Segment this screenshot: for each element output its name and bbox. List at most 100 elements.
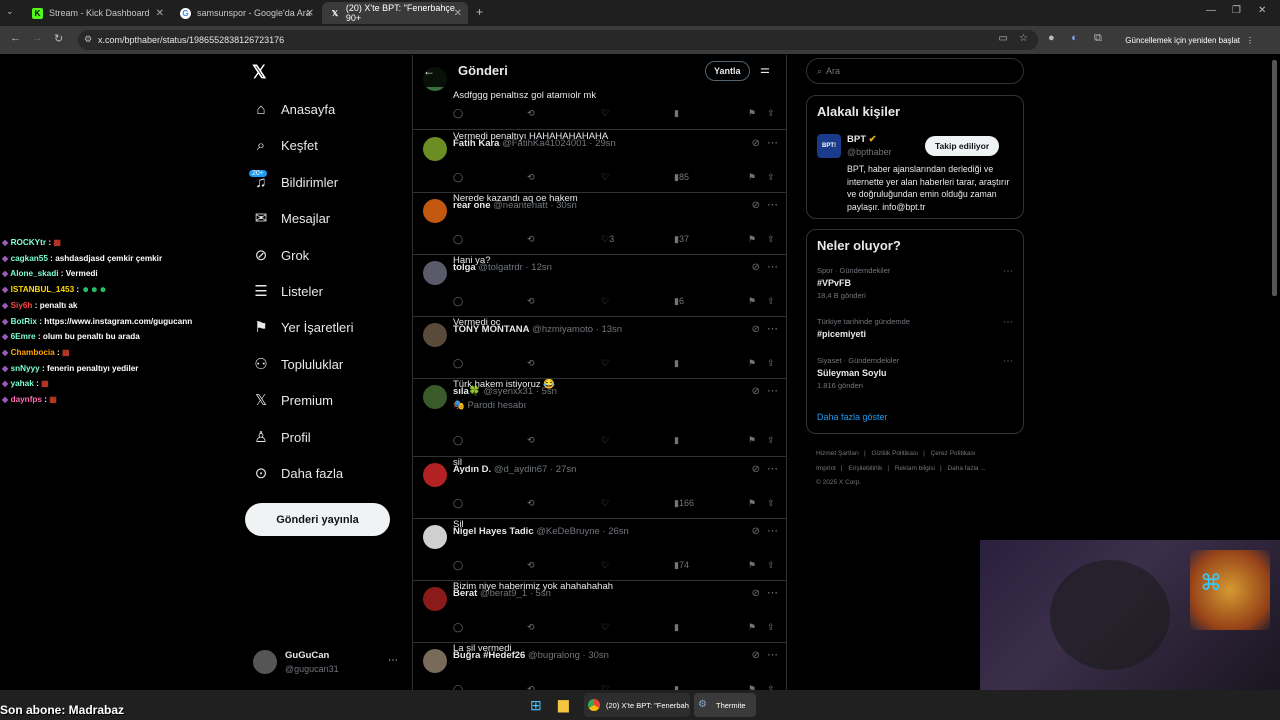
like-icon[interactable]: ♡ — [601, 498, 609, 509]
more-icon[interactable]: ⋯ — [767, 136, 778, 149]
share-icon[interactable]: ⇪ — [767, 358, 775, 369]
tweet[interactable]: Buğra #Hedef26 @bugralong · 30sn ⊘ ⋯ La sil… — [413, 643, 786, 690]
footer-link[interactable]: Reklam bilgisi — [895, 465, 935, 472]
retweet-icon[interactable]: ⟲ — [527, 560, 535, 571]
grok-icon[interactable]: ⊘ — [752, 138, 760, 149]
like-icon[interactable]: ♡ — [601, 358, 609, 369]
grok-icon[interactable]: ⊘ — [752, 588, 760, 599]
author-handle[interactable]: @d_aydin67 — [494, 464, 548, 475]
nav-profile[interactable]: ♙ Profil — [252, 428, 310, 446]
chat-user[interactable]: daynfps — [11, 395, 42, 404]
tab-google[interactable]: G samsunspor - Google'da Ara ✕ — [172, 2, 320, 24]
back-arrow-icon[interactable]: ← — [423, 64, 435, 78]
views-icon[interactable]: ▮ — [674, 108, 679, 119]
address-bar[interactable]: ⚙ x.com/bpthaber/status/1986552838126723… — [78, 30, 1038, 50]
reply-icon[interactable]: ◯ — [453, 108, 463, 119]
chat-user[interactable]: yahak — [11, 379, 34, 388]
bookmark-icon[interactable]: ⚑ — [748, 435, 756, 446]
retweet-icon[interactable]: ⟲ — [527, 358, 535, 369]
share-icon[interactable]: ⇪ — [767, 622, 775, 633]
more-icon[interactable]: ⋯ — [767, 260, 778, 273]
close-window-icon[interactable]: ✕ — [1258, 5, 1266, 16]
post-button[interactable]: Gönderi yayınla — [245, 503, 390, 536]
nav-messages[interactable]: ✉ Mesajlar — [252, 209, 330, 227]
nav-grok[interactable]: ⊘ Grok — [252, 246, 309, 264]
tweet[interactable]: TONY MONTANA @hzmiyamoto · 13sn ⊘ ⋯ Vermedi… — [413, 317, 786, 379]
nav-explore[interactable]: ⌕ Keşfet — [252, 136, 318, 154]
grok-icon[interactable]: ⊘ — [752, 464, 760, 475]
tweet[interactable]: Aydın D. @d_aydin67 · 27sn ⊘ ⋯ sil ◯ ⟲ ♡ ▮ … — [413, 457, 786, 519]
footer-link[interactable]: © 2025 X Corp. — [816, 479, 861, 486]
tab-kick[interactable]: K Stream - Kick Dashboard ✕ — [24, 2, 170, 24]
reply-icon[interactable]: ◯ — [453, 234, 463, 245]
cast-icon[interactable]: ▭ — [999, 33, 1008, 44]
more-icon[interactable]: ⋯ — [767, 384, 778, 397]
nav-bookmarks[interactable]: ⚑ Yer İşaretleri — [252, 318, 353, 336]
bookmark-icon[interactable]: ⚑ — [748, 560, 756, 571]
views-icon[interactable]: ▮ — [674, 358, 679, 369]
chat-user[interactable]: ISTANBUL_1453 — [11, 285, 75, 294]
tweet[interactable]: tolga @tolgatrdr · 12sn ⊘ ⋯ Hani ya? ◯ ⟲ ♡ … — [413, 255, 786, 317]
views-icon[interactable]: ▮ 166 — [674, 498, 694, 509]
avatar[interactable] — [423, 649, 447, 673]
chat-user[interactable]: Alone_skadi — [10, 269, 58, 278]
chat-user[interactable]: snNyyy — [11, 364, 40, 373]
avatar[interactable] — [423, 587, 447, 611]
avatar[interactable] — [423, 137, 447, 161]
like-icon[interactable]: ♡ — [601, 435, 609, 446]
grok-icon[interactable]: ⊘ — [752, 262, 760, 273]
share-icon[interactable]: ⇪ — [767, 498, 775, 509]
chat-user[interactable]: Siy6h — [11, 301, 33, 310]
grok-icon[interactable]: ⊘ — [752, 526, 760, 537]
account-menu-icon[interactable]: ⋯ — [388, 655, 398, 666]
retweet-icon[interactable]: ⟲ — [527, 172, 535, 183]
reply-icon[interactable]: ◯ — [453, 358, 463, 369]
bookmark-icon[interactable]: ⚑ — [748, 358, 756, 369]
chat-user[interactable]: 6Emre — [11, 332, 36, 341]
close-icon[interactable]: ✕ — [156, 8, 164, 19]
bookmark-icon[interactable]: ⚑ — [748, 622, 756, 633]
tweet-time[interactable]: 26sn — [608, 526, 629, 537]
grok-icon[interactable]: ⊘ — [752, 650, 760, 661]
update-button[interactable]: Güncellemek için yeniden başlat ⋮ — [1119, 30, 1260, 50]
tweet[interactable]: rear one @neanteriatt · 30sn ⊘ ⋯ Nerede kaz… — [413, 193, 786, 255]
reply-icon[interactable]: ◯ — [453, 622, 463, 633]
footer-link[interactable]: Imprint — [816, 465, 836, 472]
retweet-icon[interactable]: ⟲ — [527, 234, 535, 245]
author-handle[interactable]: @bugralong — [528, 650, 580, 661]
footer-link[interactable]: Erişilebilirlik — [848, 465, 882, 472]
forward-icon[interactable]: → — [32, 32, 43, 44]
trend-item[interactable]: Türkiye tarihinde gündemde #picemiyeti ⋯ — [817, 317, 1013, 342]
scrollbar[interactable] — [1272, 60, 1277, 296]
trend-item[interactable]: Spor · Gündemdekiler #VPvFB 18,4 B gönde… — [817, 266, 1013, 300]
retweet-icon[interactable]: ⟲ — [527, 108, 535, 119]
folder-icon[interactable]: ▆ — [558, 696, 569, 713]
show-more-link[interactable]: Daha fazla göster — [817, 412, 888, 422]
views-icon[interactable]: ▮ — [674, 435, 679, 446]
like-icon[interactable]: ♡ — [601, 560, 609, 571]
author-name[interactable]: Nigel Hayes Tadic — [453, 526, 534, 537]
author-handle[interactable]: @KeDeBruyne — [536, 526, 600, 537]
share-icon[interactable]: ⇪ — [767, 296, 775, 307]
tweet-time[interactable]: 13sn — [601, 324, 622, 335]
footer-link[interactable]: Gizlilik Politikası — [871, 450, 918, 457]
reply-icon[interactable]: ◯ — [453, 435, 463, 446]
avatar[interactable] — [423, 199, 447, 223]
bookmark-icon[interactable]: ⚑ — [748, 234, 756, 245]
incognito-icon[interactable]: ● — [1048, 32, 1055, 44]
views-icon[interactable]: ▮ 74 — [674, 560, 689, 571]
more-icon[interactable]: ⋯ — [767, 586, 778, 599]
more-icon[interactable]: ⋯ — [767, 322, 778, 335]
chat-user[interactable]: Chambocia — [11, 348, 55, 357]
search-input[interactable]: ⌕ Ara — [806, 58, 1024, 84]
tab-list-icon[interactable]: ⌄ — [6, 6, 14, 17]
nav-home[interactable]: ⌂ Anasayfa — [252, 100, 335, 118]
settings-sliders-icon[interactable]: ⚌ — [760, 63, 770, 76]
retweet-icon[interactable]: ⟲ — [527, 498, 535, 509]
nav-communities[interactable]: ⚇ Topluluklar — [252, 355, 343, 373]
reply-button[interactable]: Yantla — [705, 61, 750, 81]
footer-link[interactable]: Hizmet Şartları — [816, 450, 859, 457]
share-icon[interactable]: ⇪ — [767, 108, 775, 119]
extension-icon[interactable]: ◖ — [1070, 32, 1077, 44]
bookmark-icon[interactable]: ⚑ — [748, 108, 756, 119]
